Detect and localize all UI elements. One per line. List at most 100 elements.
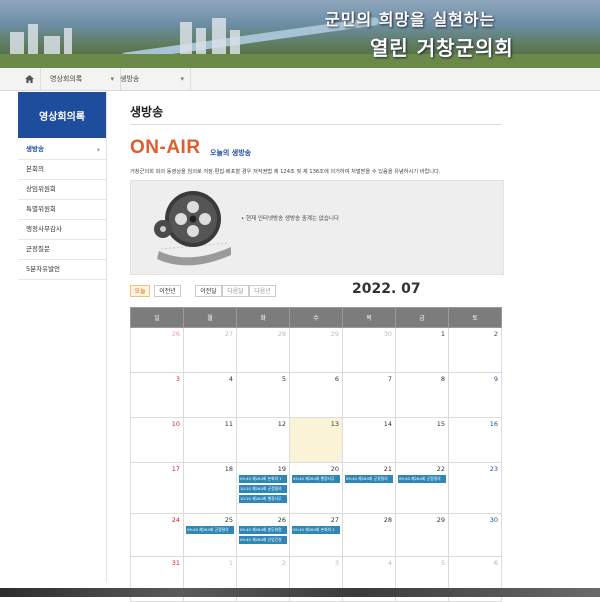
calendar-day-number: 27 — [330, 516, 339, 524]
sidebar-item-label: 행정사무감사 — [26, 225, 62, 233]
calendar-day-number: 4 — [387, 559, 392, 567]
weekday-header: 월 — [183, 307, 237, 328]
calendar-day-cell[interactable]: 2 — [448, 327, 502, 373]
calendar-weekday-row: 일월화수목금토 — [130, 307, 502, 328]
calendar-day-number: 17 — [171, 465, 180, 473]
calendar-day-cell[interactable]: 21 09:40 제264회 군정질의 — [342, 462, 396, 514]
calendar-day-cell[interactable]: 24 — [130, 513, 184, 557]
calendar-event[interactable]: 09:40 제264회 군정질의 — [398, 475, 446, 483]
calendar-day-cell[interactable]: 27 — [183, 327, 237, 373]
calendar-day-cell[interactable]: 14 — [342, 417, 396, 463]
next-year-button[interactable]: 다음년 — [249, 285, 276, 297]
calendar-day-number: 10 — [171, 420, 180, 428]
calendar-day-cell[interactable]: 27 09:40 제264회 본회의 2 — [289, 513, 343, 557]
today-button[interactable]: 오늘 — [130, 285, 150, 297]
calendar-events: 09:40 제264회 본회의 2 — [292, 526, 340, 536]
calendar-day-cell[interactable]: 4 — [183, 372, 237, 418]
calendar-day-number: 23 — [489, 465, 498, 473]
calendar-day-cell[interactable]: 30 — [448, 513, 502, 557]
calendar-week-row: 17 18 19 09:40 제264회 본회의 1 10:20 제264회 군정질의 1… — [130, 462, 502, 514]
banner-building — [28, 24, 38, 58]
weekday-header: 화 — [236, 307, 290, 328]
next-month-button[interactable]: 다음달 — [222, 285, 249, 297]
calendar-day-cell[interactable]: 28 — [236, 327, 290, 373]
sidebar-item-plenary[interactable]: 본회의 — [18, 160, 106, 180]
calendar-day-cell[interactable]: 16 — [448, 417, 502, 463]
calendar-day-cell[interactable]: 13 — [289, 417, 343, 463]
calendar-day-number: 6 — [493, 559, 498, 567]
calendar-day-number: 4 — [228, 375, 233, 383]
calendar-events: 09:40 제264회 총무위원 09:40 제264회 산업건설 — [239, 526, 287, 546]
calendar-day-cell[interactable]: 28 — [342, 513, 396, 557]
calendar-day-cell[interactable]: 18 — [183, 462, 237, 514]
chevron-down-icon: ▾ — [180, 75, 184, 83]
calendar-day-cell[interactable]: 8 — [395, 372, 449, 418]
calendar-event[interactable]: 09:40 제264회 산업건설 — [239, 536, 287, 544]
home-icon[interactable] — [18, 68, 41, 90]
sidebar-item-label: 특별위원회 — [26, 205, 56, 213]
calendar-day-cell[interactable]: 20 09:40 제264회 행정사무 — [289, 462, 343, 514]
calendar-day-cell[interactable]: 7 — [342, 372, 396, 418]
calendar-day-cell[interactable]: 12 — [236, 417, 290, 463]
sidebar-item-special-committee[interactable]: 특별위원회 — [18, 200, 106, 220]
calendar-event[interactable]: 10:20 제264회 군정질의 — [239, 485, 287, 493]
calendar-day-cell[interactable]: 10 — [130, 417, 184, 463]
calendar-day-cell[interactable]: 30 — [342, 327, 396, 373]
calendar-week-row: 26 27 28 29 30 1 2 — [130, 327, 502, 373]
calendar-day-cell[interactable]: 1 — [395, 327, 449, 373]
calendar-day-cell[interactable]: 29 — [289, 327, 343, 373]
calendar-day-number: 1 — [440, 330, 445, 338]
calendar-event[interactable]: 09:40 제264회 군정질의 — [345, 475, 393, 483]
calendar-day-cell[interactable]: 15 — [395, 417, 449, 463]
calendar-event[interactable]: 09:40 제264회 본회의 1 — [239, 475, 287, 483]
sidebar-item-standing-committee[interactable]: 상임위원회 — [18, 180, 106, 200]
live-player: • 현재 인터넷방송 생방송 중계는 없습니다 — [130, 180, 504, 275]
calendar-day-cell[interactable]: 6 — [289, 372, 343, 418]
banner-building — [180, 22, 192, 58]
calendar-event[interactable]: 09:40 제264회 군정질의 — [186, 526, 234, 534]
calendar-day-cell[interactable]: 3 — [130, 372, 184, 418]
calendar-event[interactable]: 09:40 제264회 행정사무 — [292, 475, 340, 483]
calendar-day-number: 8 — [440, 375, 445, 383]
calendar-day-cell[interactable]: 11 — [183, 417, 237, 463]
calendar-day-number: 3 — [334, 559, 339, 567]
calendar-day-cell[interactable]: 9 — [448, 372, 502, 418]
calendar-day-cell[interactable]: 17 — [130, 462, 184, 514]
calendar-day-cell[interactable]: 26 09:40 제264회 총무위원 09:40 제264회 산업건설 — [236, 513, 290, 557]
calendar-day-number: 14 — [383, 420, 392, 428]
player-message-text: 현재 인터넷방송 생방송 중계는 없습니다 — [246, 216, 340, 222]
calendar-day-number: 26 — [171, 330, 180, 338]
footer-strip — [0, 588, 600, 597]
calendar-events: 09:40 제264회 행정사무 — [292, 475, 340, 485]
weekday-header: 토 — [448, 307, 502, 328]
calendar-day-cell[interactable]: 23 — [448, 462, 502, 514]
calendar-day-number: 19 — [277, 465, 286, 473]
calendar-day-number: 6 — [334, 375, 339, 383]
calendar-day-number: 16 — [489, 420, 498, 428]
calendar-day-number: 31 — [171, 559, 180, 567]
breadcrumb-item-page[interactable]: 생방송 ▾ — [110, 68, 191, 90]
calendar-day-cell[interactable]: 22 09:40 제264회 군정질의 — [395, 462, 449, 514]
prev-year-button[interactable]: 이전년 — [154, 285, 181, 297]
calendar-day-cell[interactable]: 29 — [395, 513, 449, 557]
calendar-day-cell[interactable]: 5 — [236, 372, 290, 418]
calendar-event[interactable]: 09:40 제264회 본회의 2 — [292, 526, 340, 534]
calendar-day-number: 28 — [383, 516, 392, 524]
calendar-day-number: 5 — [281, 375, 286, 383]
sidebar-item-speech[interactable]: 5분자유발언 — [18, 260, 106, 280]
copyright-notice: 거창군의회 회의 동영상을 임의로 저장·편집·배포할 경우 저작권법 제 12… — [130, 169, 441, 175]
calendar-day-cell[interactable]: 25 09:40 제264회 군정질의 — [183, 513, 237, 557]
sidebar-item-audit[interactable]: 행정사무감사 — [18, 220, 106, 240]
weekday-header: 금 — [395, 307, 449, 328]
sidebar-item-questions[interactable]: 군정질문 — [18, 240, 106, 260]
prev-month-button[interactable]: 이전달 — [195, 285, 222, 297]
film-reel-icon — [154, 191, 231, 266]
sidebar-item-live[interactable]: 생방송 › — [18, 140, 106, 160]
breadcrumb-item-menu[interactable]: 영상회의록 ▾ — [40, 68, 121, 90]
calendar-event[interactable]: 10:20 제264회 행정사무 — [239, 495, 287, 503]
calendar-event[interactable]: 09:40 제264회 총무위원 — [239, 526, 287, 534]
weekday-header: 수 — [289, 307, 343, 328]
breadcrumb: 영상회의록 ▾ 생방송 ▾ — [0, 68, 600, 91]
calendar-day-cell[interactable]: 19 09:40 제264회 본회의 1 10:20 제264회 군정질의 10:20… — [236, 462, 290, 514]
calendar-day-cell[interactable]: 26 — [130, 327, 184, 373]
